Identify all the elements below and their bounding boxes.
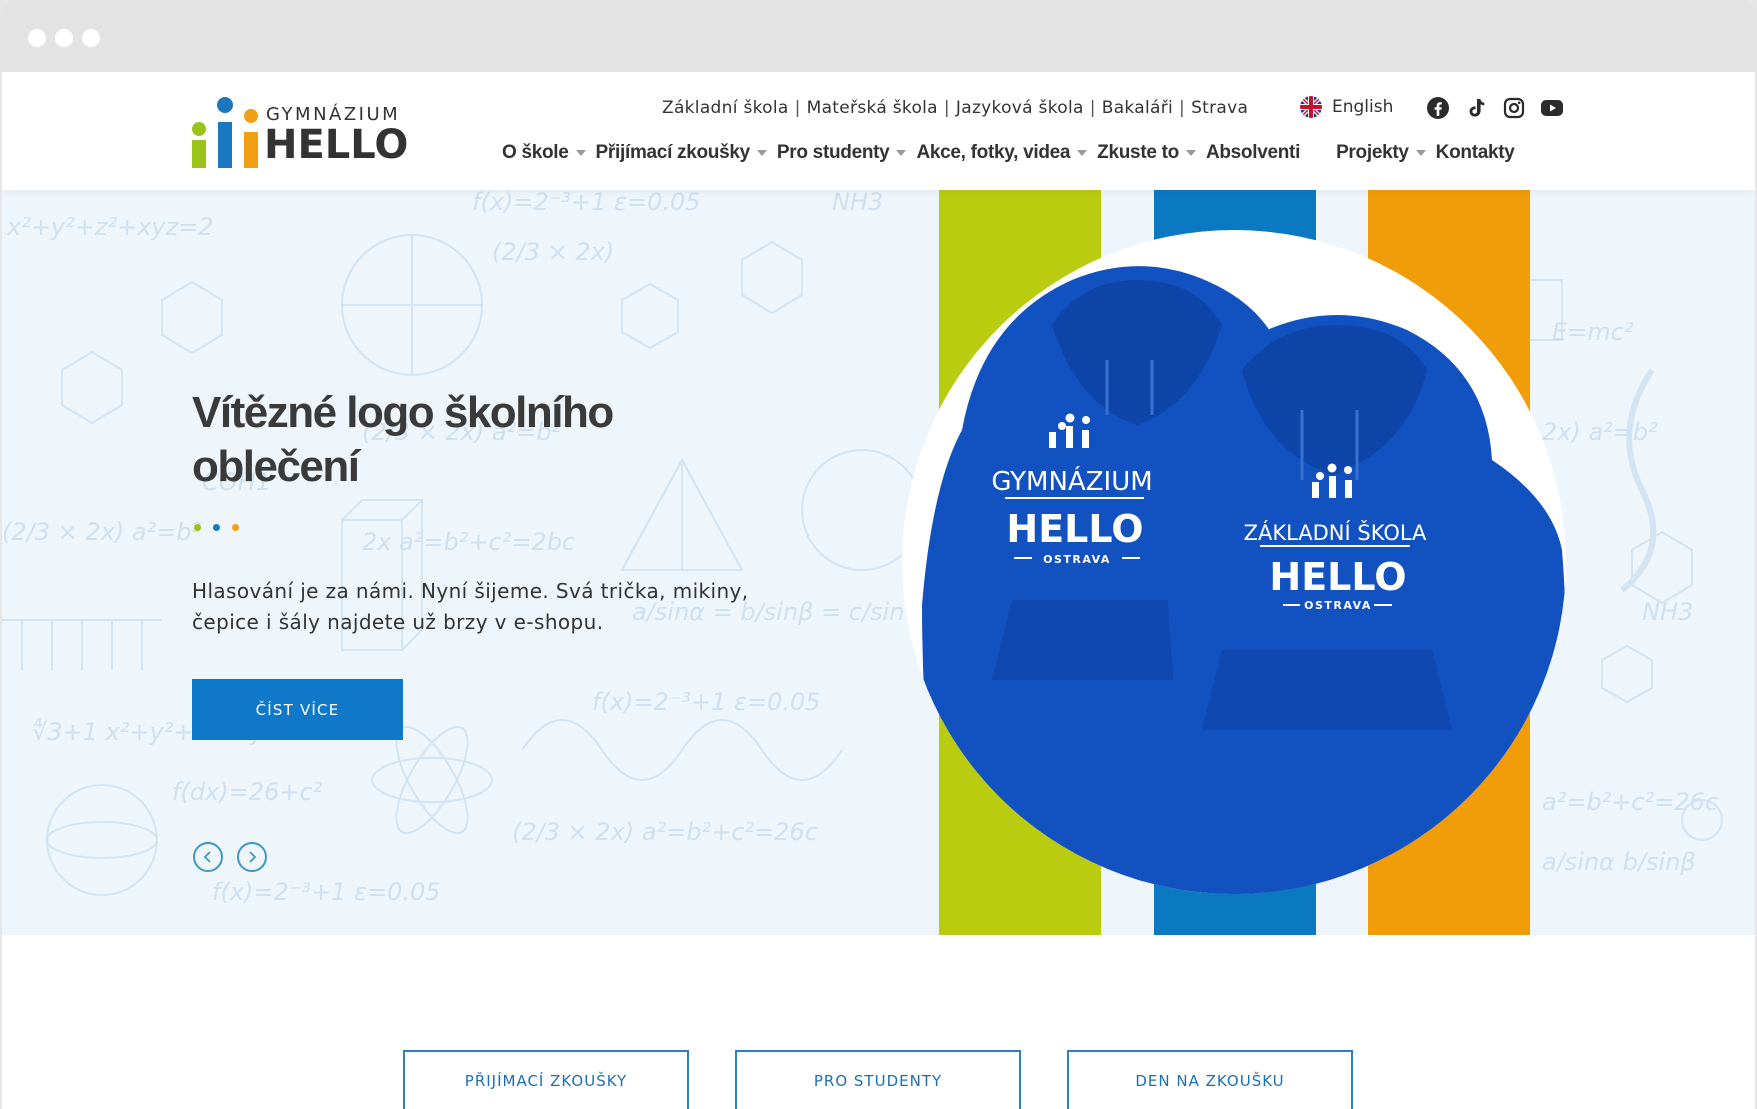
caret-down-icon [896,150,907,156]
nav-item-kontakty[interactable]: Kontakty [1436,142,1515,164]
top-link-bakalari[interactable]: Bakaláři [1102,98,1173,118]
svg-text:f(x)=2⁻³+1 ε=0.05: f(x)=2⁻³+1 ε=0.05 [592,688,821,716]
hoodie-left-line1: GYMNÁZIUM [991,465,1152,497]
top-link-strava[interactable]: Strava [1191,98,1248,118]
facebook-icon[interactable] [1426,96,1450,120]
nav-label: Přijímací zkoušky [595,142,751,163]
chevron-right-icon [249,851,257,863]
language-switch[interactable]: English [1300,96,1393,118]
prijimaci-zkousky-button[interactable]: PŘIJÍMACÍ ZKOUŠKY [403,1050,689,1109]
top-link-zakladni-skola[interactable]: Základní škola [662,98,789,118]
nav-item-prijimaci-zkousky[interactable]: Přijímací zkoušky [596,142,777,164]
caret-down-icon [1185,150,1196,156]
nav-label: Kontakty [1435,142,1515,163]
nav-item-absolventi[interactable]: Absolventi [1206,142,1300,164]
nav-label: Akce, fotky, videa [916,142,1071,163]
top-link-jazykova-skola[interactable]: Jazyková škola [956,98,1084,118]
svg-text:(2/3 × 2x): (2/3 × 2x) [492,238,614,266]
dot-orange [232,524,239,531]
svg-text:2x) a²=b²: 2x) a²=b² [1542,418,1658,446]
caret-down-icon [1415,150,1426,156]
nav-item-projekty[interactable]: Projekty [1336,142,1436,164]
chevron-left-icon [203,851,211,863]
youtube-icon[interactable] [1540,96,1564,120]
svg-text:f(x)=2⁻³+1 ε=0.05: f(x)=2⁻³+1 ε=0.05 [212,878,441,906]
den-na-zkousku-button[interactable]: DEN NA ZKOUŠKU [1067,1050,1353,1109]
window-dot [55,29,73,47]
svg-text:2x a²=b²+c²=2bc: 2x a²=b²+c²=2bc [362,528,575,556]
tiktok-icon[interactable] [1464,96,1488,120]
hero-text: Hlasování je za námi. Nyní šijeme. Svá t… [192,579,749,634]
read-more-button[interactable]: ČÍST VÍCE [192,679,403,740]
nav-item-pro-studenty[interactable]: Pro studenty [777,142,917,164]
school-logo[interactable]: GYMNÁZIUM HELLO [190,96,430,168]
logo-mark-icon [192,97,258,168]
hoodie-left-line3: OSTRAVA [1043,553,1111,566]
svg-text:(2/3 × 2x) a²=b²+c²=26c: (2/3 × 2x) a²=b²+c²=26c [512,818,818,846]
hero-title: Vítězné logo školního oblečení [192,388,614,491]
logo-text-hello: HELLO [264,122,409,168]
caret-down-icon [756,150,767,156]
nav-label: Pro studenty [776,142,890,163]
browser-chrome [0,0,1757,72]
window-dot [28,29,46,47]
top-link-materska-skola[interactable]: Mateřská škola [807,98,938,118]
svg-text:(2/3 × 2x) a²=b²: (2/3 × 2x) a²=b² [2,518,201,546]
svg-text:E=mc²: E=mc² [1552,318,1634,346]
nav-label: Projekty [1336,142,1409,163]
nav-label: Absolventi [1205,142,1301,163]
hoodie-right-line1: ZÁKLADNÍ ŠKOLA [1244,520,1427,545]
main-nav: O škole Přijímací zkoušky Pro studenty A… [502,142,1515,164]
caret-down-icon [1077,150,1088,156]
pro-studenty-button[interactable]: PRO STUDENTY [735,1050,1021,1109]
caret-down-icon [575,150,586,156]
svg-text:x²+y²+z²+xyz=2: x²+y²+z²+xyz=2 [6,213,214,241]
svg-text:NH3: NH3 [1642,598,1693,626]
hero-slider: x²+y²+z²+xyz=2 f(x)=2⁻³+1 ε=0.05 (2/3 × … [2,190,1755,935]
hoodie-right-line2: HELLO [1269,555,1406,599]
slider-next-button[interactable] [237,842,267,872]
svg-text:NH3: NH3 [832,190,883,216]
svg-text:a²=b²+c²=26c: a²=b²+c²=26c [1542,788,1718,816]
slider-prev-button[interactable] [193,842,223,872]
svg-text:f(x)=2⁻³+1 ε=0.05: f(x)=2⁻³+1 ε=0.05 [472,190,701,216]
dot-blue [213,524,220,531]
language-label: English [1332,97,1394,117]
instagram-icon[interactable] [1502,96,1526,120]
nav-item-zkuste-to[interactable]: Zkuste to [1097,142,1206,164]
social-links [1426,96,1564,120]
nav-label: Zkuste to [1097,142,1179,163]
decorative-dots [194,524,239,531]
top-links: Základní škola | Mateřská škola | Jazyková š… [662,98,1249,118]
dot-green [194,524,201,531]
svg-text:a/sinα b/sinβ: a/sinα b/sinβ [1542,848,1696,876]
nav-item-o-skole[interactable]: O škole [502,142,596,164]
hoodies-illustration: GYMNÁZIUM HELLO OSTRAVA ZÁKLADNÍ ŠKOLA H… [922,266,1566,894]
svg-text:f(dx)=26+c²: f(dx)=26+c² [172,778,323,806]
page-viewport: GYMNÁZIUM HELLO Základní škola | Mateřská … [2,72,1755,1109]
nav-label: O škole [502,142,569,163]
window-dot [82,29,100,47]
site-header: GYMNÁZIUM HELLO Základní škola | Mateřská … [2,72,1755,190]
uk-flag-icon [1300,96,1322,118]
hoodie-right-line3: OSTRAVA [1304,599,1372,612]
nav-item-akce-fotky-videa[interactable]: Akce, fotky, videa [916,142,1097,164]
hoodies-image: GYMNÁZIUM HELLO OSTRAVA ZÁKLADNÍ ŠKOLA H… [902,230,1566,894]
hoodie-left-line2: HELLO [1006,507,1143,551]
